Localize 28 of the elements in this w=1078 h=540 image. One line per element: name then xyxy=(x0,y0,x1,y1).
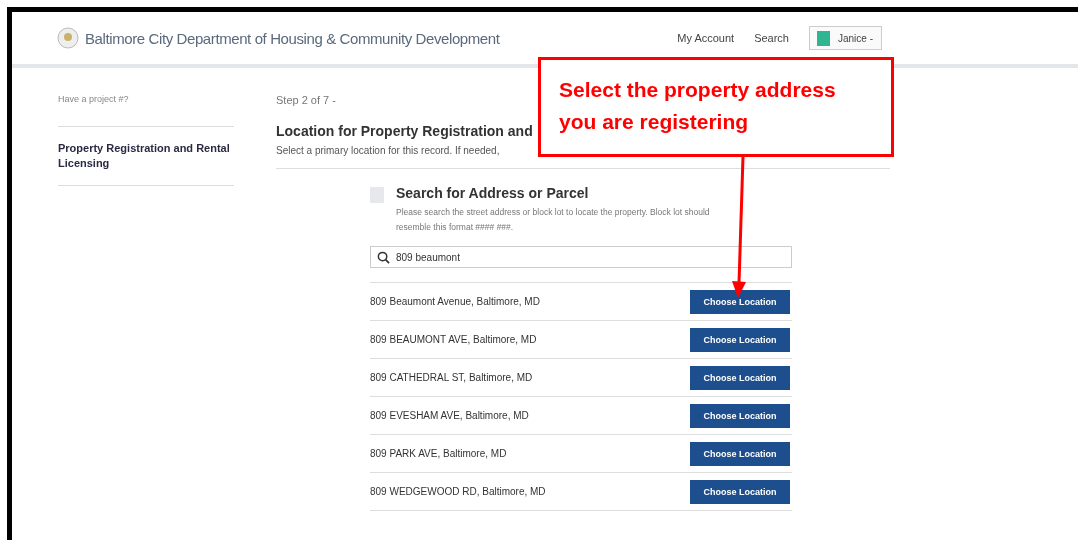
step-label: Step 2 of 7 - xyxy=(276,94,337,106)
sidebar-item[interactable]: Property Registration and Rental Licensing xyxy=(58,141,234,171)
address-text: 809 BEAUMONT AVE, Baltimore, MD xyxy=(370,334,537,345)
callout-text: Select the property address you are registering xyxy=(559,77,837,135)
project-label: Have a project #? xyxy=(58,94,234,127)
choose-location-button[interactable]: Choose Location xyxy=(690,365,790,390)
address-text: 809 PARK AVE, Baltimore, MD xyxy=(370,448,507,459)
avatar-icon xyxy=(817,30,830,46)
address-text: 809 EVESHAM AVE, Baltimore, MD xyxy=(370,410,529,421)
address-text: 809 WEDGEWOOD RD, Baltimore, MD xyxy=(370,486,546,497)
section-marker-icon xyxy=(370,187,384,203)
nav-link[interactable]: Search xyxy=(754,32,789,44)
user-menu-button[interactable]: Janice - xyxy=(809,26,882,50)
address-text: 809 CATHEDRAL ST, Baltimore, MD xyxy=(370,372,533,383)
search-icon xyxy=(377,251,390,264)
page-heading: Location for Property Registration and xyxy=(276,123,533,139)
choose-location-button[interactable]: Choose Location xyxy=(690,403,790,428)
choose-location-button[interactable]: Choose Location xyxy=(690,479,790,504)
nav-link[interactable]: My Account xyxy=(677,32,735,44)
choose-location-button[interactable]: Choose Location xyxy=(690,289,790,314)
address-text: 809 Beaumont Avenue, Baltimore, MD xyxy=(370,296,540,307)
site-title[interactable]: Baltimore City Department of Housing & Community Development xyxy=(85,29,500,47)
search-field[interactable]: 809 beaumont xyxy=(370,246,792,268)
seal-icon xyxy=(57,27,79,49)
help-text: Please search the street address or block lot to locate the property. Block lot should resemble this format #### ###. xyxy=(396,206,711,234)
choose-location-button[interactable]: Choose Location xyxy=(690,441,790,466)
section-title: Search for Address or Parcel xyxy=(396,185,590,201)
choose-location-button[interactable]: Choose Location xyxy=(690,327,790,352)
